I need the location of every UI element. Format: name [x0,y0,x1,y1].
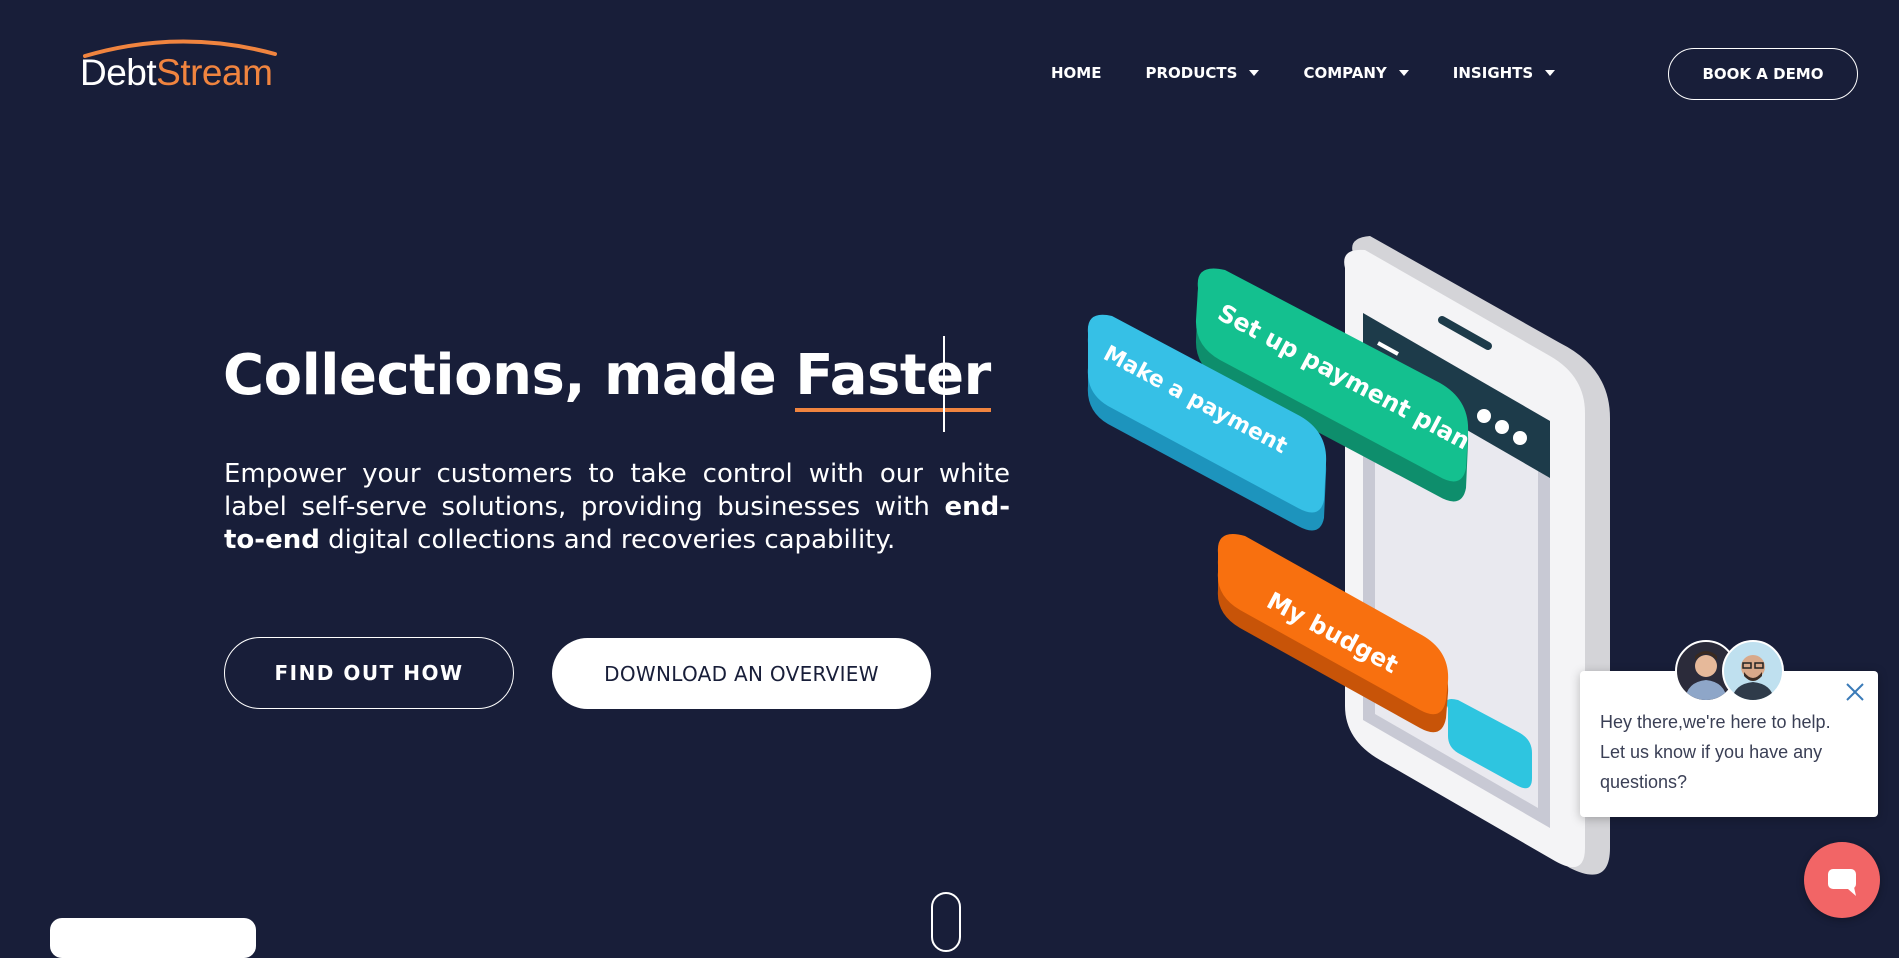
cookie-tab[interactable] [50,918,256,958]
nav-insights[interactable]: INSIGHTS [1452,64,1556,82]
scroll-down-indicator[interactable] [931,892,961,952]
logo-text: DebtStream [80,52,273,94]
close-icon[interactable] [1844,681,1866,703]
caret-down-icon [1249,70,1260,76]
chat-message: Hey there,we're here to help. Let us kno… [1600,712,1831,792]
nav-home[interactable]: HOME [1051,64,1101,82]
phone-illustration: Set up payment plan Make a payment My bu… [1087,236,1610,875]
hero-title: Collections, made Faster [223,343,991,412]
chat-icon [1828,869,1856,896]
main-nav: HOME PRODUCTS COMPANY INSIGHTS [1051,64,1599,82]
hero-description: Empower your customers to take control w… [224,458,1010,557]
caret-down-icon [1398,70,1409,76]
nav-company-label: COMPANY [1303,64,1387,82]
caret-down-icon [1545,70,1556,76]
nav-insights-label: INSIGHTS [1452,64,1534,82]
nav-company[interactable]: COMPANY [1303,64,1409,82]
logo-stream: Stream [156,52,273,93]
hero-desc-part1: Empower your customers to take control w… [224,459,1010,522]
logo[interactable]: DebtStream [80,34,280,96]
nav-home-label: HOME [1051,64,1102,82]
nav-products[interactable]: PRODUCTS [1145,64,1260,82]
logo-debt: Debt [80,52,157,93]
chat-popup[interactable]: Hey there,we're here to help. Let us kno… [1580,671,1878,817]
chat-launcher-button[interactable] [1804,842,1880,918]
agent-avatar-2 [1722,640,1784,702]
download-overview-button[interactable]: DOWNLOAD AN OVERVIEW [552,638,931,709]
typing-cursor [943,336,945,432]
find-out-how-button[interactable]: FIND OUT HOW [224,637,514,709]
nav-products-label: PRODUCTS [1145,64,1238,82]
hero-title-accent: Faster [795,343,991,412]
hero-desc-part2: digital collections and recoveries capab… [319,525,896,555]
book-demo-button[interactable]: BOOK A DEMO [1668,48,1858,100]
hero-title-prefix: Collections, made [223,343,796,408]
